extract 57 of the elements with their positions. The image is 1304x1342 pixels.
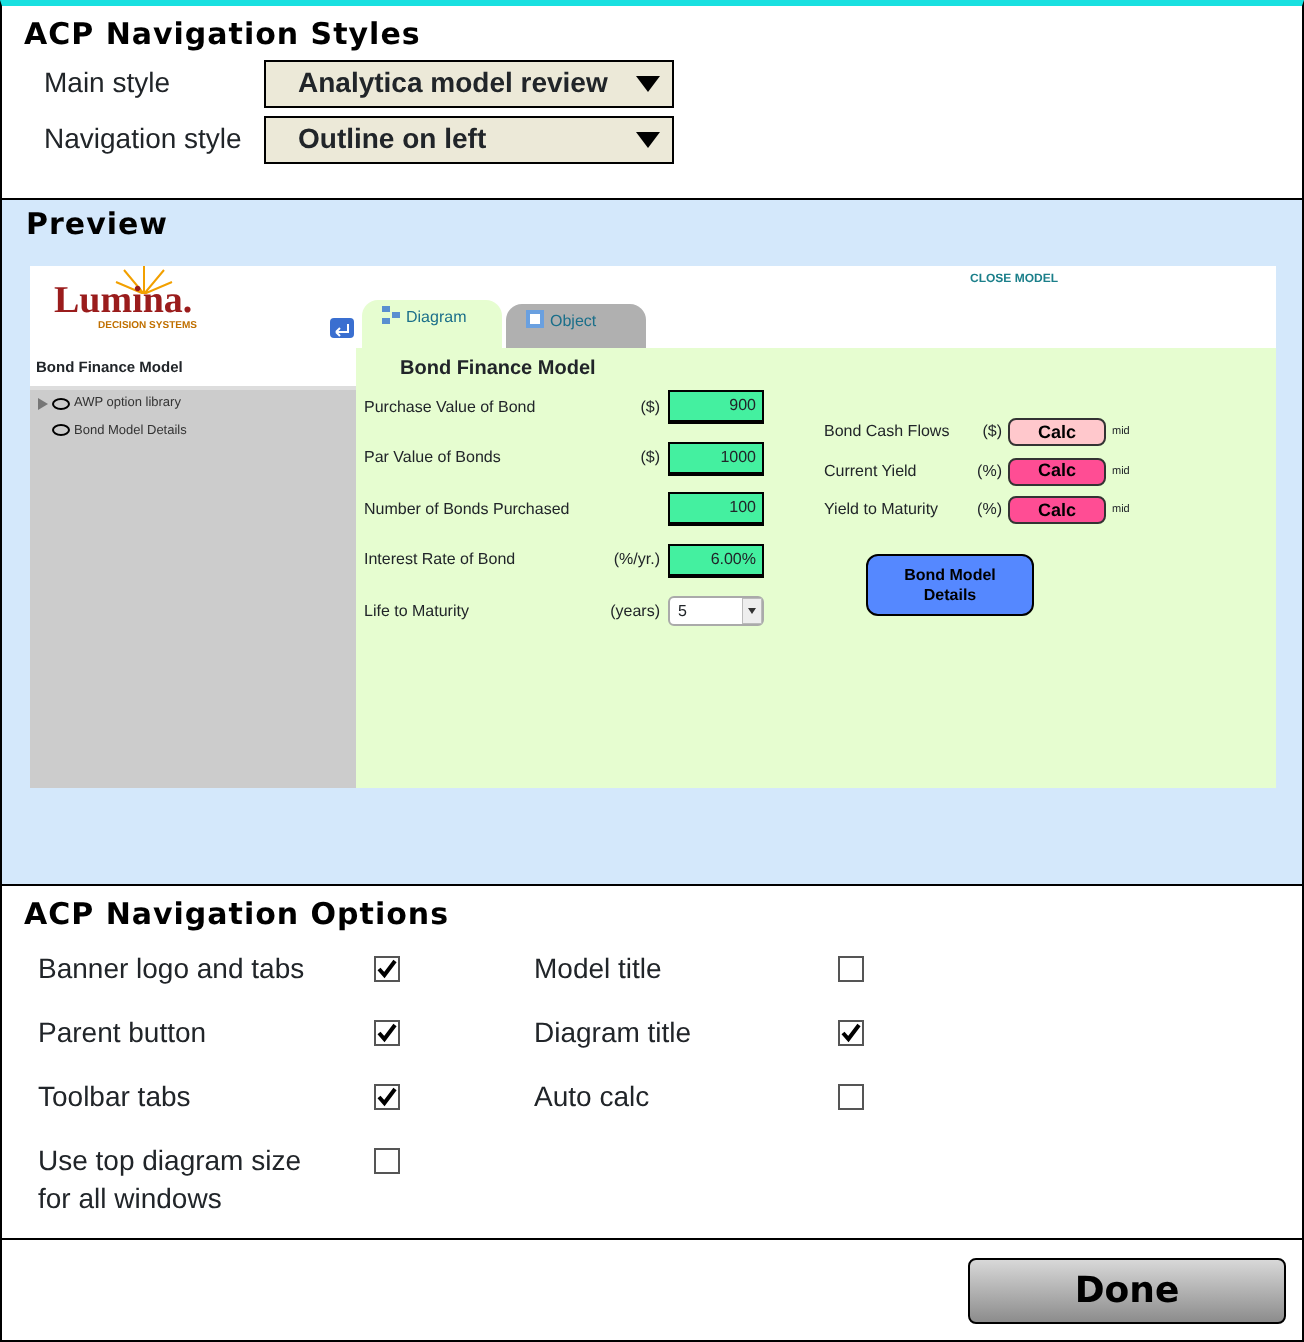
calc-button[interactable]: Calc <box>1008 457 1106 486</box>
diagram-title: Bond Finance Model <box>400 355 598 383</box>
section-title: Preview <box>26 208 171 241</box>
document-icon <box>526 309 544 327</box>
unit-label: (%) <box>975 459 1004 484</box>
option-label: Toolbar tabs <box>38 1077 193 1115</box>
node-icon <box>52 397 70 410</box>
input-label: Number of Bonds Purchased <box>364 497 570 521</box>
option-label: Model title <box>534 949 664 987</box>
input-field[interactable]: 900 <box>668 390 764 424</box>
option-label: Diagram title <box>534 1013 694 1052</box>
output-label: Current Yield <box>824 459 919 484</box>
diagram-icon <box>382 305 400 323</box>
parent-arrow-icon <box>330 317 354 337</box>
checkbox[interactable] <box>374 1019 400 1045</box>
checkbox[interactable] <box>374 955 400 981</box>
checkbox[interactable] <box>374 1147 400 1173</box>
dropdown[interactable]: 5 <box>668 596 764 626</box>
checkbox[interactable] <box>838 1019 864 1045</box>
unit-label: (%) <box>975 498 1004 523</box>
section-title: ACP Navigation Options <box>24 898 452 931</box>
checkbox[interactable] <box>838 1083 864 1109</box>
option-label: Use top diagram size for all windows <box>38 1141 304 1217</box>
field-label: Main style <box>44 64 173 102</box>
unit-label: ($) <box>638 395 662 419</box>
input-label: Life to Maturity <box>364 599 469 623</box>
input-field[interactable]: 6.00% <box>668 543 764 577</box>
checkbox[interactable] <box>374 1083 400 1109</box>
input-label: Par Value of Bonds <box>364 446 501 470</box>
input-field[interactable]: 100 <box>668 492 764 526</box>
calc-button[interactable]: Calc <box>1008 418 1106 447</box>
option-label: Parent button <box>38 1013 209 1051</box>
done-button[interactable]: Done <box>968 1257 1286 1323</box>
logo-text: Lumina. <box>54 281 195 319</box>
unit-label: ($) <box>980 420 1004 445</box>
unit-label: (years) <box>608 599 662 623</box>
dropdown-caret-icon <box>636 75 660 91</box>
dropdown-caret-icon <box>636 131 660 147</box>
unit-label: (%/yr.) <box>611 548 662 572</box>
node-icon <box>52 424 70 437</box>
style-dropdown[interactable]: Analytica model review <box>264 59 674 107</box>
style-dropdown[interactable]: Outline on left <box>264 115 674 163</box>
calc-button[interactable]: Calc <box>1008 496 1106 525</box>
option-label: Banner logo and tabs <box>38 949 307 988</box>
input-label: Purchase Value of Bond <box>364 395 536 419</box>
checkbox[interactable] <box>838 955 864 981</box>
output-label: Bond Cash Flows <box>824 420 952 445</box>
unit-label: ($) <box>638 446 662 470</box>
input-field[interactable]: 1000 <box>668 441 764 475</box>
tab[interactable]: Diagram <box>362 299 502 347</box>
field-label: Navigation style <box>44 120 244 158</box>
input-label: Interest Rate of Bond <box>364 548 516 572</box>
output-label: Yield to Maturity <box>824 498 941 523</box>
caret-icon <box>742 598 762 624</box>
option-label: Auto calc <box>534 1077 652 1115</box>
details-button[interactable]: Bond Model Details <box>866 554 1034 616</box>
section-title: ACP Navigation Styles <box>24 18 423 51</box>
